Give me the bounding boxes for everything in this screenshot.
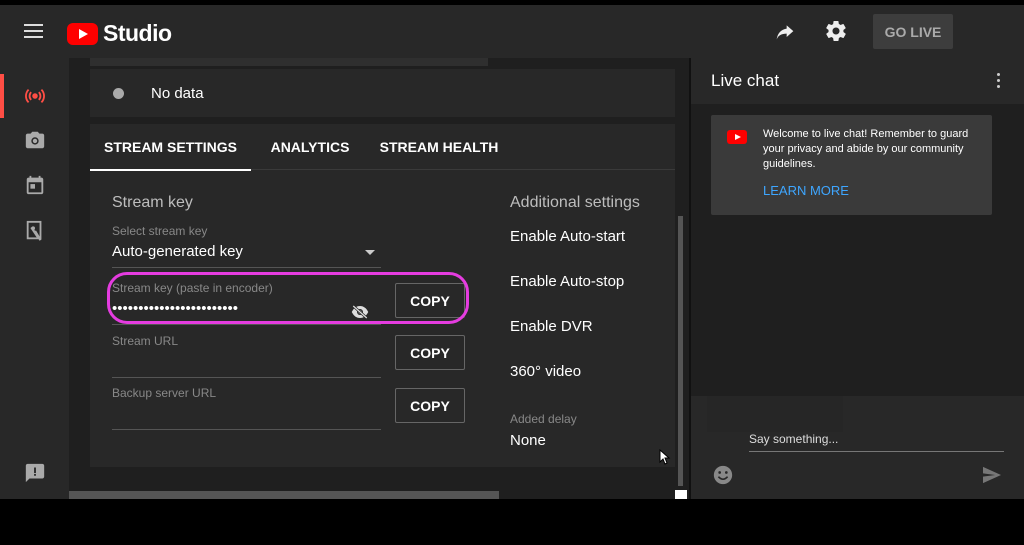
enable-auto-start[interactable]: Enable Auto-start	[510, 228, 625, 245]
horizontal-scrollbar[interactable]	[69, 491, 499, 499]
vertical-scrollbar[interactable]	[678, 216, 683, 486]
video-360[interactable]: 360° video	[510, 363, 581, 380]
enable-dvr[interactable]: Enable DVR	[510, 318, 593, 335]
left-navigation-rail	[0, 58, 69, 499]
learn-more-link[interactable]: LEARN MORE	[763, 183, 849, 198]
calendar-icon	[26, 175, 43, 195]
stream-status-bar: No data	[90, 69, 675, 117]
camera-icon	[25, 131, 44, 149]
avatar	[707, 396, 843, 432]
rail-item-schedule[interactable]	[0, 163, 69, 207]
tab-stream-settings[interactable]: STREAM SETTINGS	[90, 124, 251, 171]
emoji-icon[interactable]	[713, 465, 733, 485]
copy-backup-url-button[interactable]: COPY	[395, 388, 465, 423]
letterbox-bar	[0, 499, 1024, 545]
chat-title: Live chat	[711, 71, 780, 90]
rail-item-feedback[interactable]	[0, 451, 69, 495]
rail-item-stream[interactable]	[0, 74, 69, 118]
go-live-button[interactable]: GO LIVE	[873, 14, 953, 49]
chevron-down-icon[interactable]	[365, 250, 375, 255]
chat-header: Live chat	[691, 58, 1024, 104]
select-stream-key-label: Select stream key	[112, 224, 208, 238]
settings-tabs: STREAM SETTINGS ANALYTICS STREAM HEALTH	[90, 124, 675, 171]
backup-url-underline	[112, 429, 381, 430]
main-content: No data STREAM SETTINGS ANALYTICS STREAM…	[69, 58, 687, 499]
live-broadcast-icon	[24, 88, 45, 104]
welcome-message: Welcome to live chat! Remember to guard …	[711, 115, 992, 215]
copy-stream-url-button[interactable]: COPY	[395, 335, 465, 370]
chat-message-input[interactable]: Say something...	[749, 432, 1004, 452]
backup-url-label: Backup server URL	[112, 386, 217, 400]
select-stream-key-value: Auto-generated key	[112, 243, 243, 260]
youtube-logo-icon	[727, 130, 747, 144]
stream-url-underline	[112, 377, 381, 378]
feedback-icon	[25, 463, 44, 483]
tab-stream-health[interactable]: STREAM HEALTH	[374, 124, 504, 170]
stream-url-value	[112, 353, 381, 371]
studio-logo[interactable]: Studio	[67, 20, 172, 47]
added-delay-value[interactable]: None	[510, 432, 546, 449]
stream-key-underline	[112, 324, 381, 325]
enable-auto-stop[interactable]: Enable Auto-stop	[510, 273, 624, 290]
stream-key-heading: Stream key	[112, 194, 193, 211]
stream-url-field[interactable]: Stream URL	[112, 334, 381, 378]
app-name: Studio	[103, 20, 172, 46]
rail-item-manage[interactable]	[0, 209, 69, 253]
mouse-cursor-icon	[659, 449, 671, 465]
backup-url-value	[112, 405, 381, 423]
send-icon[interactable]	[982, 466, 1002, 484]
stream-settings-card: STREAM SETTINGS ANALYTICS STREAM HEALTH …	[90, 124, 675, 467]
share-icon[interactable]	[774, 22, 796, 42]
rail-item-webcam[interactable]	[0, 118, 69, 162]
stream-url-label: Stream URL	[112, 334, 179, 348]
added-delay-label: Added delay	[510, 412, 577, 426]
hamburger-menu-icon[interactable]	[24, 24, 43, 38]
stream-key-select[interactable]: Select stream key Auto-generated key	[112, 224, 381, 268]
top-bar: Studio GO LIVE	[0, 5, 1024, 58]
chat-input-area: Say something...	[691, 396, 1024, 499]
more-options-icon[interactable]	[997, 73, 1001, 89]
status-indicator	[113, 87, 124, 99]
manage-icon	[26, 220, 41, 241]
live-chat-panel: Live chat Welcome to live chat! Remember…	[689, 58, 1024, 499]
studio-window: Studio GO LIVE No data STREAM SETTINGS A…	[0, 5, 1024, 499]
preview-edge	[90, 58, 488, 66]
backup-url-field[interactable]: Backup server URL	[112, 386, 381, 430]
select-underline	[112, 267, 381, 268]
youtube-logo-icon	[67, 22, 98, 45]
scroll-corner	[675, 490, 687, 499]
additional-settings-heading: Additional settings	[510, 194, 640, 211]
status-text: No data	[151, 84, 204, 102]
gear-icon[interactable]	[824, 19, 848, 43]
welcome-text: Welcome to live chat! Remember to guard …	[763, 128, 969, 170]
tab-analytics[interactable]: ANALYTICS	[260, 124, 360, 170]
highlight-ring	[107, 272, 469, 324]
